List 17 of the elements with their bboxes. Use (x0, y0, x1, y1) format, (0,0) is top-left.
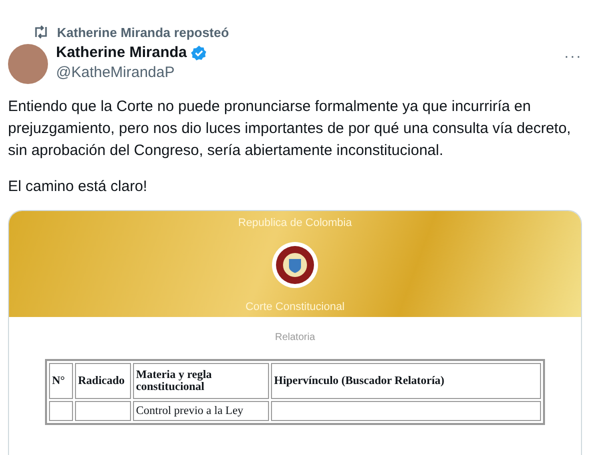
avatar[interactable] (8, 44, 48, 84)
author-handle[interactable]: @KatheMirandaP (56, 64, 564, 81)
more-options-button[interactable]: ··· (564, 48, 582, 65)
repost-label: Katherine Miranda reposteó (57, 24, 229, 40)
banner-subtitle: Corte Constitucional (245, 301, 345, 313)
column-header: N° (49, 363, 73, 399)
post-text: Entiendo que la Corte no puede pronunciarse formalmente ya que incurriría en prejuzgamiento, pero nos dio luces importantes de por qué una consulta vía decreto, sin aprobación del Congreso, sería abiertamente inconstitucional. (8, 97, 572, 161)
table-cell: Control previo a la Ley (133, 401, 269, 421)
column-header: Materia y regla constitucional (133, 363, 269, 399)
post-text: El camino está claro! (8, 177, 148, 197)
column-header: Radicado (75, 363, 131, 399)
author-name[interactable]: Katherine Miranda (56, 44, 187, 61)
banner-title: Republica de Colombia (238, 217, 352, 229)
column-header: Hipervínculo (Buscador Relatoría) (271, 363, 541, 399)
court-seal-icon (271, 241, 319, 289)
repost-icon (33, 25, 49, 39)
document-subtitle: Relatoria (274, 332, 316, 343)
